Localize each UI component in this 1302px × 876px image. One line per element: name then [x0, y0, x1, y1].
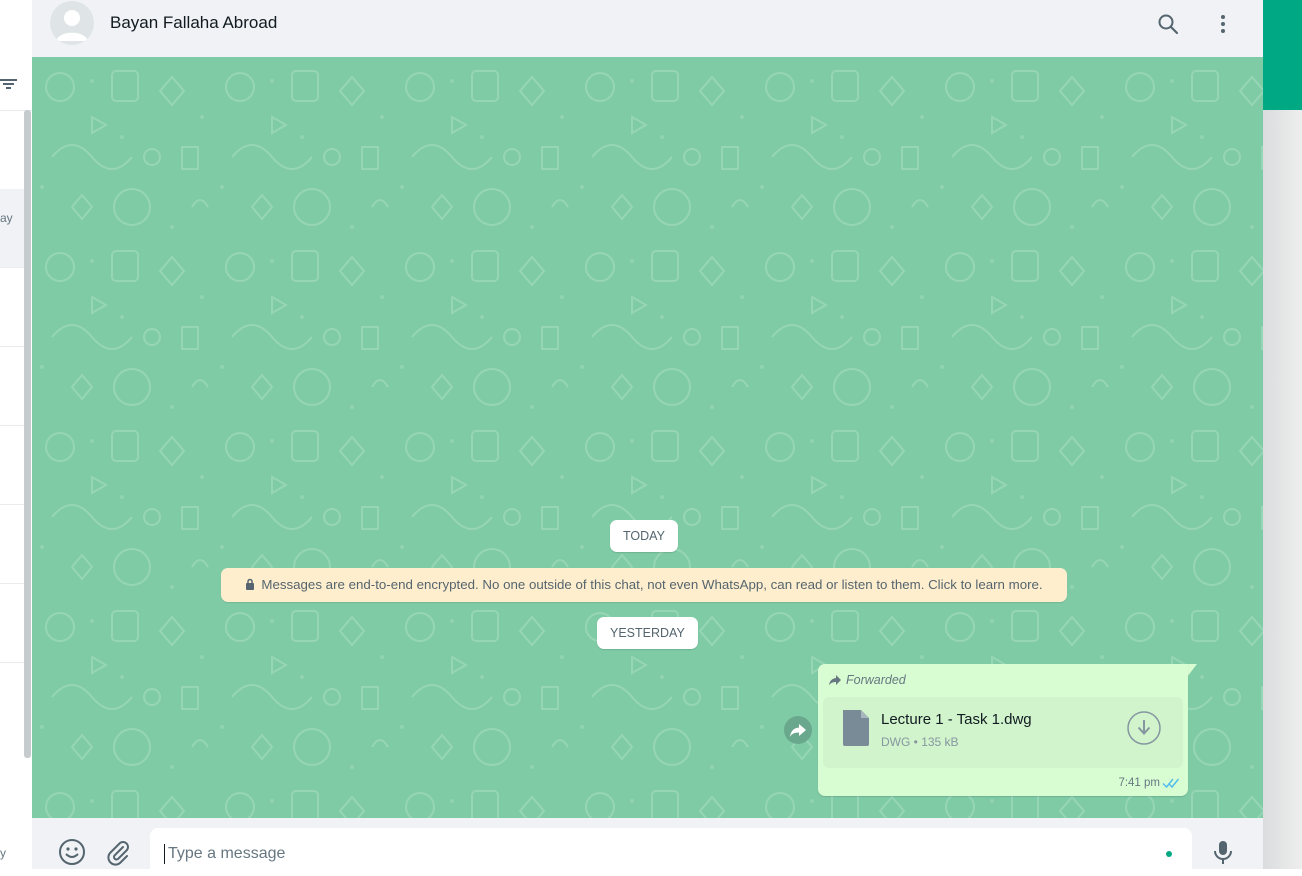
bubble-tail [1187, 664, 1197, 677]
document-file-type: DWG [881, 735, 911, 749]
background-window-accent [1263, 0, 1302, 110]
chat-list-item[interactable]: ay [0, 189, 24, 268]
chat-header[interactable]: Bayan Fallaha Abroad [32, 0, 1263, 58]
document-attachment[interactable]: Lecture 1 - Task 1.dwg DWG • 135 kB [823, 697, 1183, 768]
emoji-icon[interactable] [58, 838, 86, 866]
document-file-name: Lecture 1 - Task 1.dwg [881, 711, 1032, 728]
date-divider-today: TODAY [610, 520, 678, 552]
forward-icon [790, 724, 806, 737]
contact-name[interactable]: Bayan Fallaha Abroad [110, 13, 277, 33]
sidebar-header [0, 0, 32, 111]
chat-list-item-time: y [0, 846, 6, 860]
outgoing-message-bubble[interactable]: Forwarded Lecture 1 - Task 1.dwg DWG • 1… [818, 664, 1188, 796]
conversation-panel[interactable]: TODAY Messages are end-to-end encrypted.… [32, 57, 1263, 818]
avatar[interactable] [50, 1, 94, 45]
forward-message-button[interactable] [784, 716, 812, 744]
sidebar-scrollbar[interactable] [24, 110, 31, 758]
read-receipt-icon [1162, 778, 1180, 789]
message-input-placeholder: Type a message [168, 845, 286, 862]
encryption-notice-text: Messages are end-to-end encrypted. No on… [261, 577, 1043, 592]
lock-icon [246, 578, 255, 590]
microphone-icon[interactable] [1209, 838, 1237, 866]
chat-list-item[interactable] [0, 268, 24, 347]
document-file-size: 135 kB [921, 735, 959, 749]
message-time: 7:41 pm [1118, 777, 1160, 789]
forwarded-icon [829, 675, 841, 686]
chat-list-item[interactable] [0, 505, 24, 584]
document-file-icon [843, 710, 869, 746]
download-icon[interactable] [1127, 711, 1161, 745]
message-composer: Type a message [32, 818, 1263, 876]
forwarded-indicator: Forwarded [828, 672, 906, 688]
document-meta: DWG • 135 kB [881, 735, 959, 749]
chat-list-item[interactable] [0, 426, 24, 505]
text-caret [164, 844, 165, 864]
chat-list-sidebar: ay y [0, 0, 33, 869]
forwarded-label: Forwarded [846, 673, 906, 687]
search-icon[interactable] [1156, 12, 1180, 36]
chat-list-item[interactable]: y [0, 786, 24, 864]
filter-icon[interactable] [0, 76, 18, 92]
chat-list-item[interactable] [0, 347, 24, 426]
encryption-notice[interactable]: Messages are end-to-end encrypted. No on… [221, 568, 1067, 602]
background-window [1263, 0, 1302, 869]
chat-list-item-time: ay [0, 211, 13, 225]
input-status-dot [1166, 851, 1172, 857]
attach-icon[interactable] [104, 838, 132, 866]
menu-icon[interactable] [1211, 12, 1235, 36]
default-avatar-icon [56, 10, 88, 41]
date-divider-yesterday: YESTERDAY [597, 617, 698, 649]
chat-list-item[interactable] [0, 584, 24, 663]
